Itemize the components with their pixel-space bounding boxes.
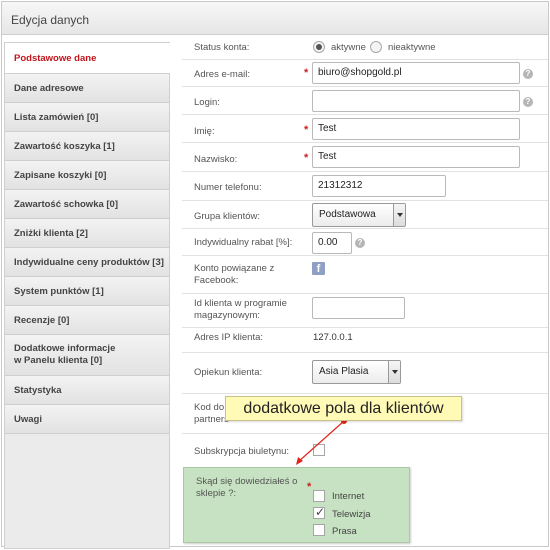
callout-arrow: [296, 418, 347, 465]
callout-note: dodatkowe pola dla klientów: [225, 396, 462, 421]
